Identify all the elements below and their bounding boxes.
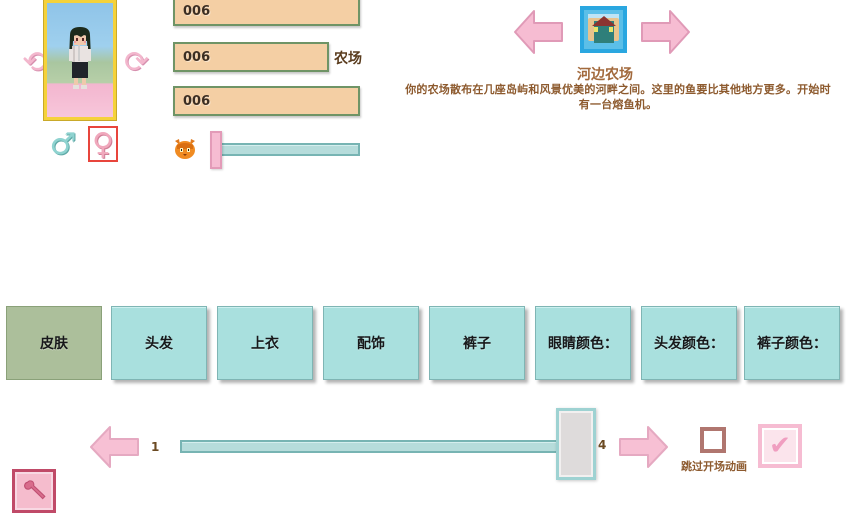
tab-hair-color-label: 头发颜色： xyxy=(654,336,724,352)
wrench-icon xyxy=(24,480,46,500)
farm-description-tail: 。 xyxy=(646,98,658,111)
rotate-left-arrow-icon[interactable]: ⟲ xyxy=(22,48,47,78)
pet-slider-handle[interactable] xyxy=(210,131,222,169)
farm-icon-window-right xyxy=(609,27,613,32)
farm-title: 河边农场 xyxy=(577,67,633,83)
tab-accessory[interactable]: 配饰 xyxy=(323,306,419,380)
tab-pants-color-label: 裤子颜色： xyxy=(757,336,827,352)
next-option-arrow-icon[interactable] xyxy=(616,424,670,470)
tab-skin-label: 皮肤 xyxy=(40,336,68,352)
pet-slider-track[interactable] xyxy=(211,143,360,156)
name-field-value: 006 xyxy=(183,3,211,19)
skip-intro-checkbox[interactable] xyxy=(700,427,726,453)
tab-hair[interactable]: 头发 xyxy=(111,306,207,380)
riverland-farm-icon[interactable] xyxy=(580,6,627,53)
tab-hair-label: 头发 xyxy=(145,336,173,352)
tab-accessory-label: 配饰 xyxy=(357,336,385,352)
option-slider-handle[interactable] xyxy=(556,408,596,480)
favorite-thing-field[interactable]: 006 xyxy=(173,86,360,116)
skip-intro-label: 跳过开场动画 xyxy=(681,460,747,473)
wrench-button[interactable] xyxy=(12,469,56,513)
farm-description: 你的农场散布在几座岛屿和风景优美的河畔之间。这里的鱼要比其他地方更多。开始时有一… xyxy=(400,82,836,112)
tab-hair-color[interactable]: 头发颜色： xyxy=(641,306,737,380)
cat-icon-glyph xyxy=(175,139,195,159)
next-farm-arrow-icon[interactable] xyxy=(638,7,692,57)
confirm-button[interactable]: ✔ xyxy=(758,424,802,468)
option-slider-track[interactable] xyxy=(180,440,574,453)
farm-name-field-value: 006 xyxy=(183,49,211,65)
tab-shirt[interactable]: 上衣 xyxy=(217,306,313,380)
tab-pants[interactable]: 裤子 xyxy=(429,306,525,380)
farm-description-text: 你的农场散布在几座岛屿和风景优美的河畔之间。这里的鱼要比其他地方更多。开始时有一… xyxy=(405,83,831,111)
name-field[interactable]: 006 xyxy=(173,0,360,26)
tab-skin[interactable]: 皮肤 xyxy=(6,306,102,380)
farm-name-label: 农场 xyxy=(334,51,362,67)
farm-name-field[interactable]: 006 xyxy=(173,42,329,72)
farm-icon-roof xyxy=(591,16,616,26)
rotate-right-arrow-icon[interactable]: ⟳ xyxy=(124,48,149,78)
cat-icon[interactable] xyxy=(172,137,198,161)
tab-shirt-label: 上衣 xyxy=(251,336,279,352)
farm-icon-window-left xyxy=(594,27,598,32)
option-value-left: 1 xyxy=(151,440,160,454)
checkmark-icon: ✔ xyxy=(769,431,791,461)
option-value-right: 4 xyxy=(598,438,607,452)
previous-farm-arrow-icon[interactable] xyxy=(512,7,566,57)
character-portrait[interactable] xyxy=(44,0,116,120)
favorite-thing-field-value: 006 xyxy=(183,93,211,109)
tab-eye-color[interactable]: 眼睛颜色： xyxy=(535,306,631,380)
character-sprite xyxy=(69,27,91,89)
gender-female-button[interactable]: ♀ xyxy=(88,126,118,162)
previous-option-arrow-icon[interactable] xyxy=(88,424,142,470)
tab-pants-label: 裤子 xyxy=(463,336,491,352)
tab-pants-color[interactable]: 裤子颜色： xyxy=(744,306,840,380)
gender-male-button[interactable]: ♂ xyxy=(48,128,78,164)
tab-eye-color-label: 眼睛颜色： xyxy=(548,336,618,352)
